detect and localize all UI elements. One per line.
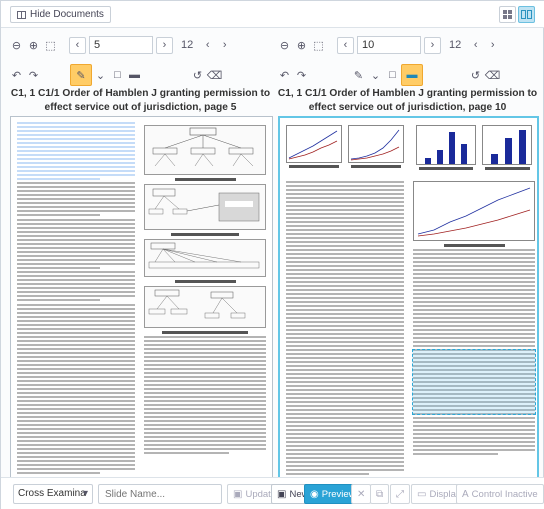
save-icon: ▣ [233,488,243,500]
right-document-view[interactable] [278,116,539,482]
fit-page-icon[interactable]: ⬚ [42,37,59,54]
display-icon: ▭ [417,488,427,500]
presentation-select[interactable]: Cross Examina [13,484,93,504]
chevron-down-icon[interactable]: ⌄ [92,67,109,84]
app-window: Hide Documents ⊖ ⊕ ⬚ ‹ › 12 ‹ › ↶ ↷ [0,0,544,509]
tree-figure-3 [144,239,266,277]
single-view-button[interactable] [499,6,516,23]
zoom-out-icon[interactable]: ⊖ [276,37,293,54]
prev-page-icon[interactable]: ‹ [199,37,216,54]
view-mode-group [499,6,535,23]
left-text-column [17,122,135,476]
pen-tool-icon[interactable]: ✎ [350,67,367,84]
zoom-in-icon[interactable]: ⊕ [293,37,310,54]
rectangle-tool-icon[interactable]: □ [384,67,401,84]
undo-icon[interactable]: ↶ [276,67,293,84]
left-page-content [17,122,266,481]
tree-figure-1 [144,125,266,175]
right-page-input[interactable] [357,36,421,54]
hide-documents-button[interactable]: Hide Documents [10,6,111,23]
line-plot-c [413,181,535,241]
expand-button[interactable]: ⤢ [390,484,410,504]
control-inactive-button[interactable]: A Control Inactive [456,484,544,504]
pen-tool-icon[interactable]: ✎ [70,64,92,86]
undo-icon[interactable]: ↶ [8,67,25,84]
top-toolbar: Hide Documents [1,1,544,28]
highlighter-tool-icon[interactable]: ▬ [126,67,143,84]
split-view-button[interactable] [518,6,535,23]
fit-page-icon[interactable]: ⬚ [310,37,327,54]
selection-highlight-box[interactable] [412,349,536,415]
prev-page-button[interactable]: ‹ [337,36,354,54]
plot-a [286,125,342,170]
redo-icon[interactable]: ↷ [293,67,310,84]
control-label: Control Inactive [471,488,538,500]
next-page-icon[interactable]: › [484,37,501,54]
right-document-title: C1, 1 C1/1 Order of Hamblen J granting p… [277,88,538,113]
right-page-content [286,123,536,480]
left-figure-column [144,122,266,456]
split-view-icon [521,10,532,19]
close-icon: ✕ [357,488,366,500]
left-document-title: C1, 1 C1/1 Order of Hamblen J granting p… [10,88,271,113]
left-navigation-row: ⊖ ⊕ ⬚ ‹ › 12 ‹ › [8,36,233,54]
bar-plot-a [416,125,476,172]
left-page-total: 12 [181,39,194,51]
prev-page-button[interactable]: ‹ [69,36,86,54]
hide-documents-label: Hide Documents [30,9,104,20]
highlighter-tool-icon[interactable]: ▬ [401,64,423,86]
plot-b [348,125,404,170]
panel-icon [17,10,26,19]
right-navigation-row: ⊖ ⊕ ⬚ ‹ › 12 ‹ › [276,36,501,54]
left-annotation-row: ↶ ↷ ✎ ⌄ □ ▬ ↺ ⌫ [8,64,223,86]
zoom-out-icon[interactable]: ⊖ [8,37,25,54]
copy-icon: ⧉ [376,488,384,500]
grid-icon [503,10,512,19]
next-page-button[interactable]: › [424,36,441,54]
slide-name-input[interactable] [98,484,222,504]
font-icon: A [462,488,469,500]
close-button[interactable]: ✕ [351,484,372,504]
right-text-column-2 [413,181,535,457]
next-page-icon[interactable]: › [216,37,233,54]
save-icon: ▣ [277,488,287,500]
bottom-toolbar: Cross Examina ▣ Update ▣ New ◉ Preview ✕… [1,477,544,509]
right-text-column-1 [286,181,404,477]
copy-button[interactable]: ⧉ [370,484,390,504]
left-page-input[interactable] [89,36,153,54]
eye-icon: ◉ [310,488,319,500]
eraser-icon[interactable]: ⌫ [484,67,501,84]
zoom-in-icon[interactable]: ⊕ [25,37,42,54]
prev-page-icon[interactable]: ‹ [467,37,484,54]
chevron-down-icon[interactable]: ⌄ [367,67,384,84]
reset-icon[interactable]: ↺ [189,67,206,84]
reset-icon[interactable]: ↺ [467,67,484,84]
right-page-total: 12 [449,39,462,51]
right-annotation-row: ↶ ↷ ✎ ⌄ □ ▬ ↺ ⌫ [276,64,501,86]
eraser-icon[interactable]: ⌫ [206,67,223,84]
expand-icon: ⤢ [396,488,404,500]
tree-figure-4 [144,286,266,328]
rectangle-tool-icon[interactable]: □ [109,67,126,84]
left-document-view[interactable] [10,116,273,482]
bar-plot-b [482,125,532,172]
redo-icon[interactable]: ↷ [25,67,42,84]
tree-figure-2 [144,184,266,230]
next-page-button[interactable]: › [156,36,173,54]
